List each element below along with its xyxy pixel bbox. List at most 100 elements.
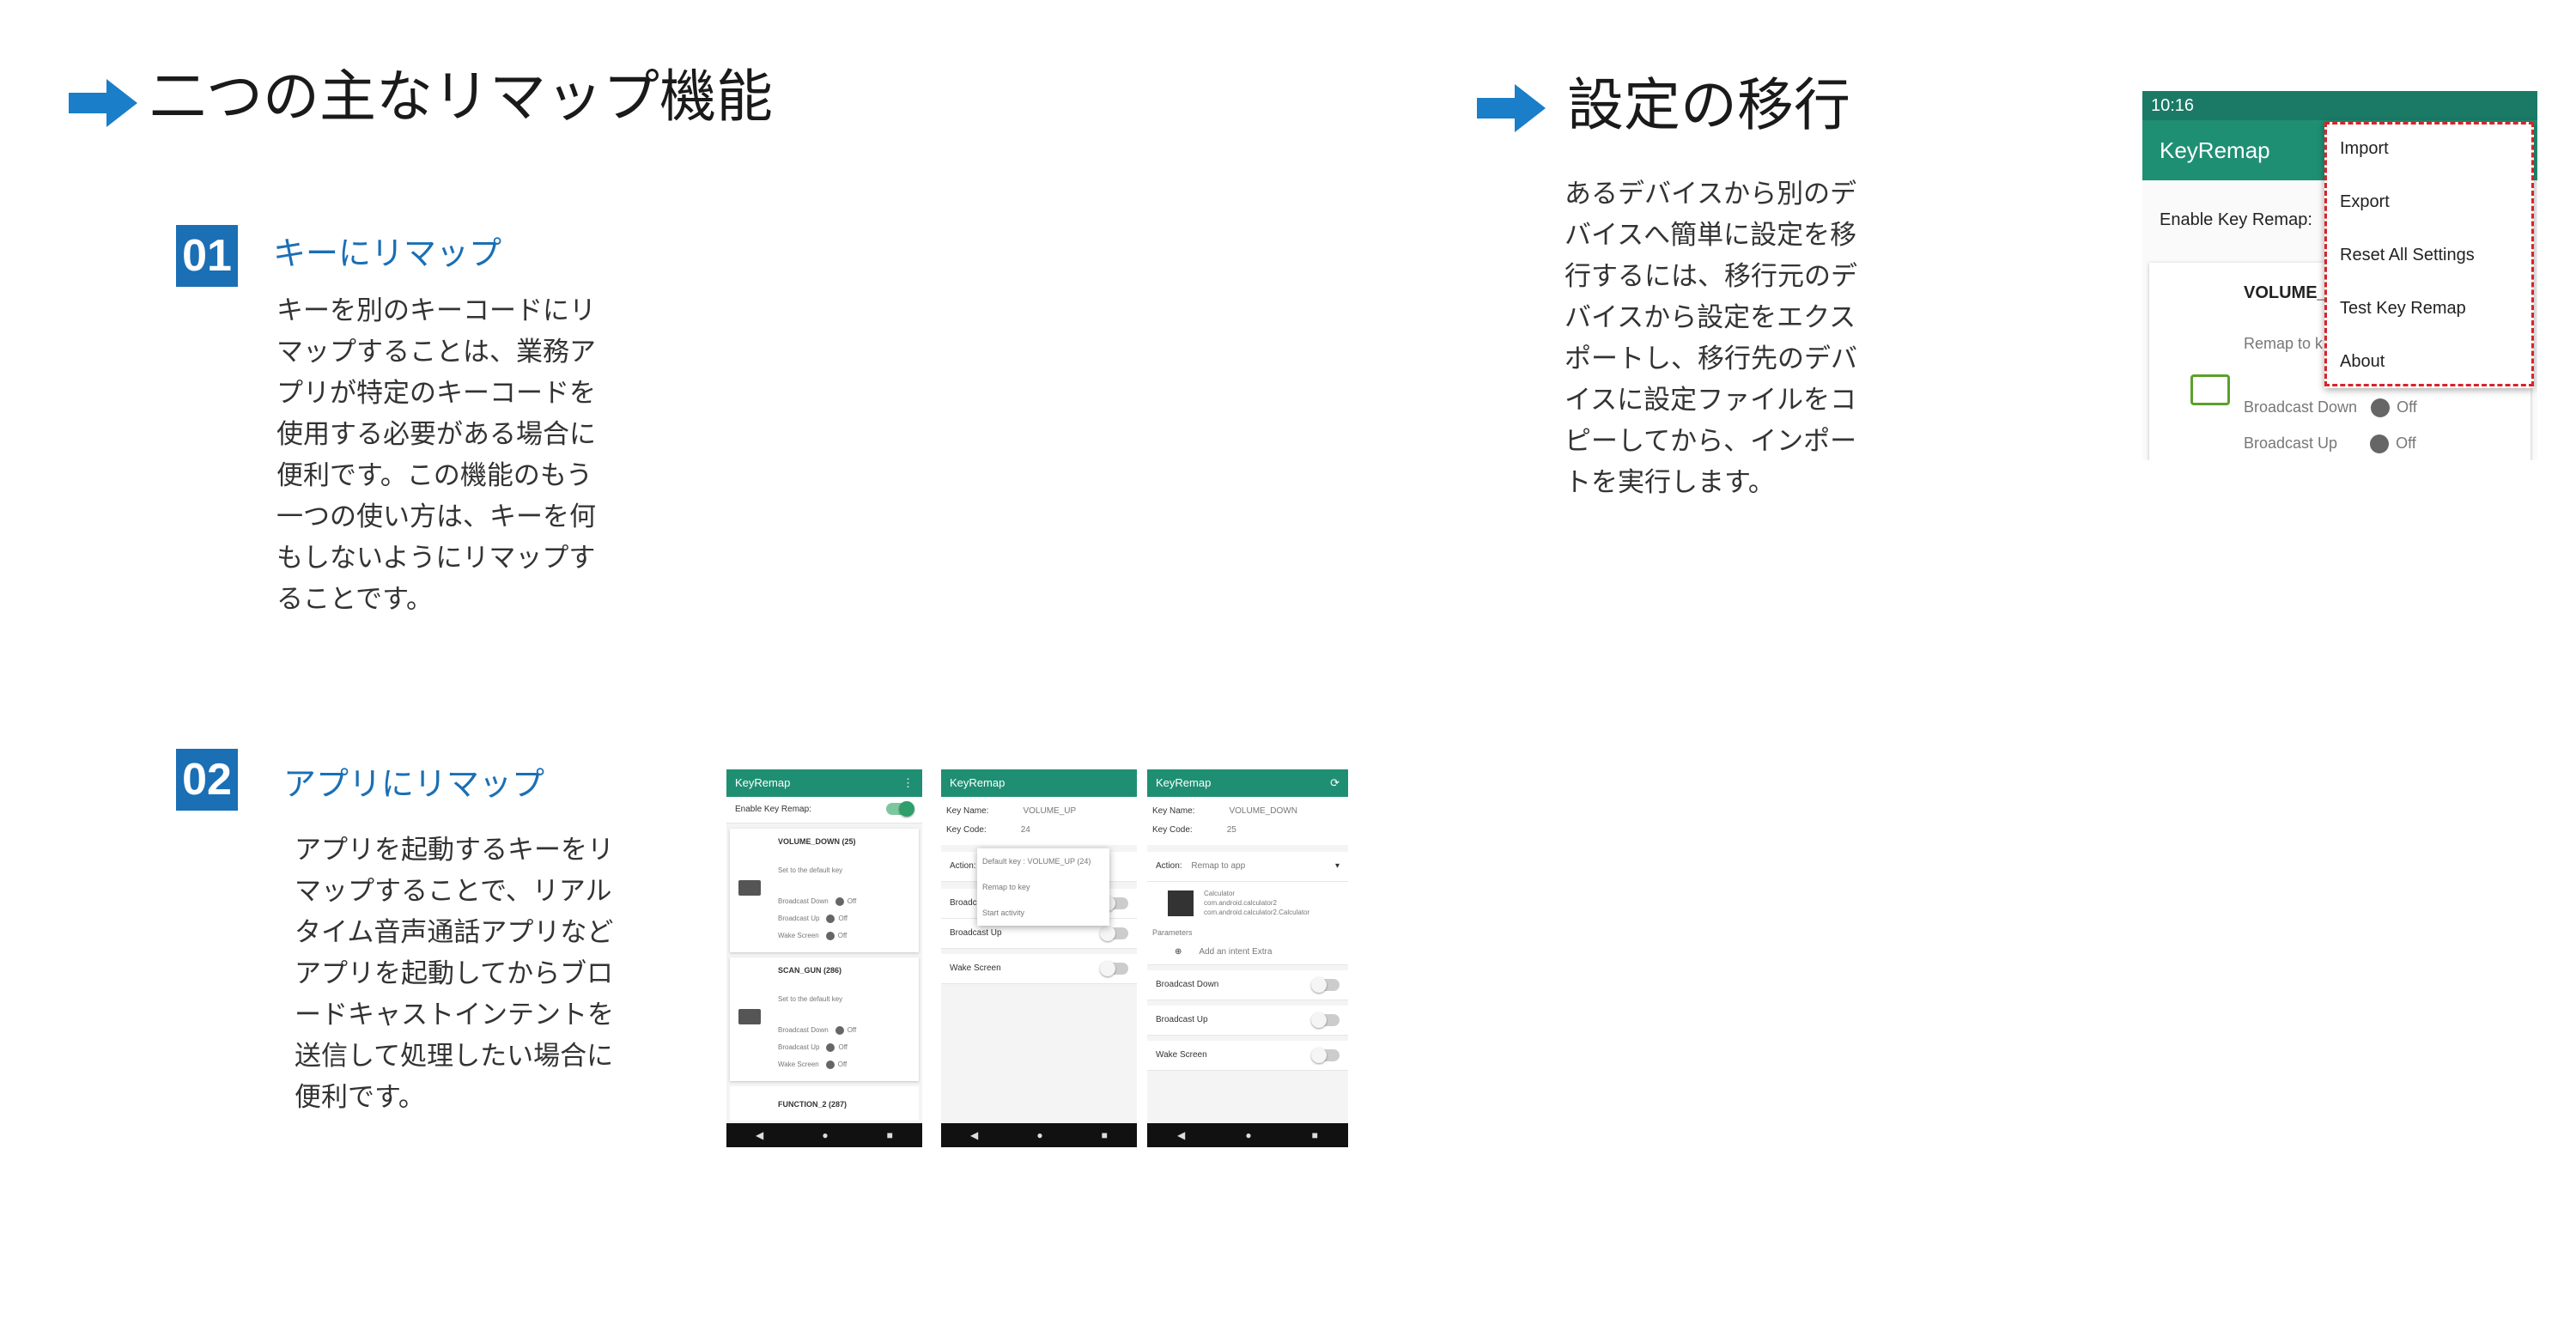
off-label: Off: [2397, 398, 2417, 416]
wake-screen-label: Wake Screen: [950, 963, 1001, 973]
action-label: Action:: [1156, 861, 1182, 871]
off-label: Off: [847, 1026, 857, 1035]
app-bar: KeyRemap ⟳: [1147, 769, 1348, 797]
broadcast-down-label: Broadcast Down: [778, 897, 829, 906]
status-bar: 10:16: [2142, 91, 2537, 120]
enable-label: Enable Key Remap:: [2160, 210, 2312, 229]
key-name-label: Key Name:: [1152, 806, 1195, 816]
screenshot-overflow-menu: 10:16 KeyRemap Enable Key Remap: VOLUME_…: [2142, 91, 2537, 460]
refresh-icon[interactable]: ⟳: [1330, 769, 1340, 797]
parameters-label: Parameters: [1147, 925, 1348, 940]
broadcast-up-label: Broadcast Up: [2244, 435, 2338, 452]
broadcast-down-toggle[interactable]: [1311, 977, 1340, 993]
enable-toggle[interactable]: [886, 801, 914, 817]
broadcast-up-toggle[interactable]: [1100, 926, 1128, 941]
section-heading-02: アプリにリマップ: [283, 765, 545, 803]
off-label: Off: [2396, 435, 2416, 452]
section-number-02: 02: [176, 749, 238, 811]
back-icon[interactable]: ◀: [970, 1129, 978, 1141]
add-circle-icon[interactable]: ⊕: [1175, 947, 1182, 957]
section-body-02: アプリを起動するキーをリ マップすることで、リアル タイム音声通話アプリなど ア…: [295, 835, 614, 1113]
app-title: KeyRemap: [2160, 137, 2270, 163]
wake-screen-label: Wake Screen: [778, 932, 819, 940]
off-label: Off: [837, 1061, 848, 1069]
home-icon[interactable]: ●: [1036, 1129, 1042, 1141]
back-icon[interactable]: ◀: [1177, 1129, 1185, 1141]
dropdown-option[interactable]: Start activity: [977, 900, 1109, 926]
broadcast-down-label: Broadcast Down: [778, 1026, 829, 1035]
arrow-right-icon: [69, 79, 137, 127]
app-bar: KeyRemap ⋮: [726, 769, 922, 797]
broadcast-up-label: Broadcast Up: [1156, 1015, 1208, 1024]
card-title: VOLUME_DOWN (25): [778, 837, 856, 846]
app-title: KeyRemap: [735, 776, 791, 789]
add-extra-link[interactable]: Add an intent Extra: [1199, 947, 1272, 957]
settings-migration-body: あるデバイスから別のデ バイスへ簡単に設定を移 行するには、移行元のデ バイスか…: [1564, 179, 1857, 498]
off-label: Off: [847, 897, 857, 906]
card-title: FUNCTION_2 (287): [778, 1100, 848, 1109]
package-name: com.android.calculator2: [1204, 899, 1277, 907]
keyboard-icon: [738, 1009, 761, 1024]
section-title-settings-migration: 設定の移行: [1567, 72, 1850, 138]
status-time: 10:16: [2151, 96, 2195, 115]
screenshot-key-list: KeyRemap ⋮ Enable Key Remap: VOLUME_DOWN …: [726, 769, 922, 1147]
key-code-value: 25: [1226, 825, 1236, 835]
page-title: 二つの主なリマップ機能: [149, 64, 773, 130]
dropdown-option[interactable]: Default key : VOLUME_UP (24): [977, 848, 1109, 874]
app-title: KeyRemap: [950, 776, 1005, 789]
key-card[interactable]: SCAN_GUN (286) Set to the default key Br…: [730, 957, 919, 1081]
broadcast-up-label: Broadcast Up: [778, 915, 820, 923]
off-label: Off: [838, 915, 848, 923]
key-name-label: Key Name:: [946, 806, 989, 816]
card-subtitle: Remap to k: [2244, 335, 2324, 352]
action-dropdown[interactable]: Default key : VOLUME_UP (24) Remap to ke…: [977, 848, 1109, 926]
app-title: KeyRemap: [1156, 776, 1212, 789]
key-name-value: VOLUME_UP: [1023, 806, 1077, 816]
key-name-value: VOLUME_DOWN: [1229, 806, 1297, 816]
card-title: VOLUME_: [2244, 283, 2327, 302]
wake-screen-toggle[interactable]: [1100, 961, 1128, 976]
arrow-right-icon: [1477, 84, 1546, 132]
wake-screen-label: Wake Screen: [778, 1061, 819, 1069]
enable-label: Enable Key Remap:: [735, 805, 811, 814]
card-subtitle: Set to the default key: [778, 866, 843, 874]
back-icon[interactable]: ◀: [756, 1129, 763, 1141]
broadcast-up-label: Broadcast Up: [950, 928, 1002, 938]
off-label: Off: [837, 932, 848, 940]
app-name: Calculator: [1204, 890, 1236, 897]
highlight-box: [2324, 122, 2534, 386]
keyboard-icon: [2190, 374, 2230, 405]
broadcast-up-label: Broadcast Up: [778, 1043, 820, 1052]
calculator-icon: [1168, 890, 1194, 916]
key-code-label: Key Code:: [1152, 825, 1193, 835]
off-label: Off: [838, 1043, 848, 1052]
wake-screen-toggle[interactable]: [1311, 1048, 1340, 1063]
home-icon[interactable]: ●: [1245, 1129, 1251, 1141]
card-subtitle: Set to the default key: [778, 995, 843, 1003]
home-icon[interactable]: ●: [822, 1129, 828, 1141]
nav-bar: ◀ ● ■: [1147, 1123, 1348, 1147]
recents-icon[interactable]: ■: [1102, 1129, 1108, 1141]
dropdown-arrow-icon[interactable]: ▾: [1335, 852, 1340, 881]
recents-icon[interactable]: ■: [887, 1129, 893, 1141]
keyboard-icon: [738, 880, 761, 896]
wake-screen-label: Wake Screen: [1156, 1050, 1207, 1060]
card-title: SCAN_GUN (286): [778, 966, 842, 975]
screenshot-action-dropdown: KeyRemap Key Name: VOLUME_UP Key Code: 24 …: [941, 769, 1137, 1147]
more-icon: ⋮: [902, 776, 914, 789]
nav-bar: ◀ ● ■: [941, 1123, 1137, 1147]
key-card[interactable]: FUNCTION_2 (287): [730, 1086, 919, 1121]
recents-icon[interactable]: ■: [1312, 1129, 1318, 1141]
broadcast-up-toggle[interactable]: [1311, 1012, 1340, 1028]
key-code-value: 24: [1020, 825, 1030, 835]
nav-bar: ◀ ● ■: [726, 1123, 922, 1147]
broadcast-down-label: Broadcast Down: [2244, 398, 2358, 416]
action-value[interactable]: Remap to app: [1191, 861, 1245, 871]
app-bar: KeyRemap: [941, 769, 1137, 797]
broadcast-down-label: Broadcast Down: [1156, 980, 1219, 989]
section-heading-01: キーにリマップ: [273, 234, 502, 272]
enable-row: Enable Key Remap:: [726, 797, 922, 824]
screenshot-remap-to-app: KeyRemap ⟳ Key Name: VOLUME_DOWN Key Code:…: [1147, 769, 1348, 1147]
dropdown-option[interactable]: Remap to key: [977, 874, 1109, 900]
key-card[interactable]: VOLUME_DOWN (25) Set to the default key …: [730, 829, 919, 952]
